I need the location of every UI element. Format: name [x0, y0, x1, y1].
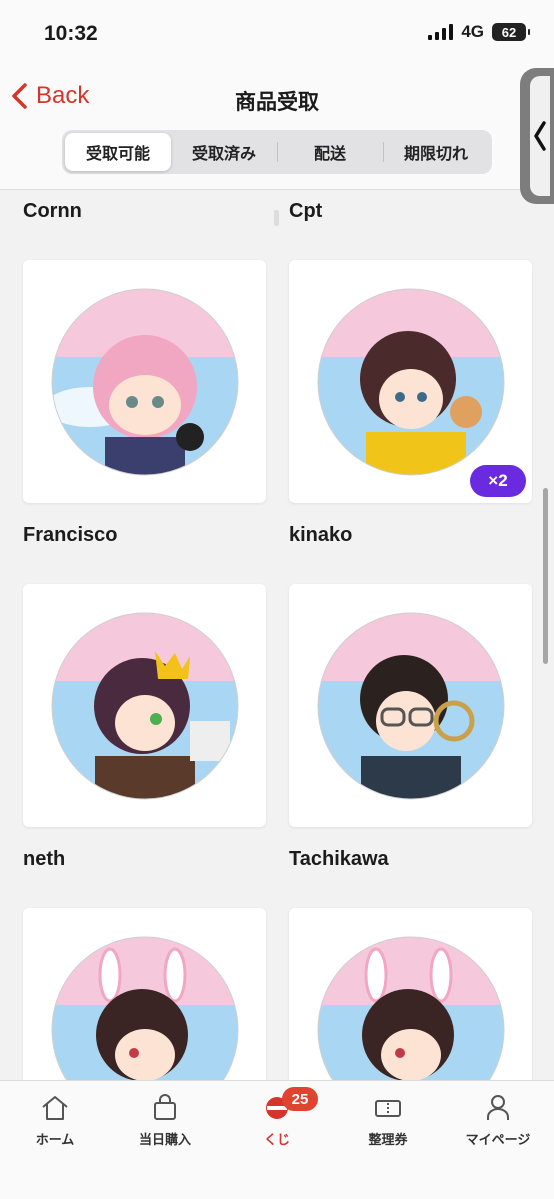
tab-ticket[interactable]: 整理券: [333, 1093, 443, 1148]
status-bar: 10:32 4G 62: [0, 0, 554, 68]
tab-received[interactable]: 受取済み: [171, 133, 277, 171]
item-card[interactable]: ×2: [289, 260, 532, 503]
can-badge-image: [50, 287, 240, 477]
quantity-badge: ×2: [470, 465, 526, 497]
chevron-left-icon: [534, 121, 546, 151]
notification-badge: 25: [282, 1087, 318, 1111]
filter-tabs-container: 受取可能 受取済み 配送 期限切れ: [0, 130, 554, 190]
item-card[interactable]: [23, 260, 266, 503]
page-title: 商品受取: [235, 91, 319, 114]
side-drawer-handle[interactable]: [520, 68, 554, 204]
can-badge-image: [50, 611, 240, 801]
item-label: neth: [23, 848, 66, 870]
scrollbar[interactable]: [543, 488, 548, 664]
drag-indicator: [274, 210, 279, 226]
tab-home[interactable]: ホーム: [0, 1093, 110, 1148]
ticket-icon: [375, 1100, 401, 1117]
signal-icon: [428, 24, 454, 40]
item-card[interactable]: [289, 584, 532, 827]
tab-my-page[interactable]: マイページ: [443, 1093, 553, 1148]
item-label: Tachikawa: [289, 848, 389, 870]
home-icon: [42, 1096, 68, 1120]
tab-label: くじ: [263, 1132, 290, 1147]
network-type: 4G: [461, 22, 484, 41]
navigation-bar: Back 商品受取: [0, 68, 554, 130]
battery-icon: 62: [492, 23, 530, 41]
can-badge-image: [316, 287, 506, 477]
shopping-bag-icon: [154, 1094, 176, 1120]
item-card[interactable]: [23, 584, 266, 827]
tab-label: ホーム: [35, 1132, 75, 1147]
can-badge-image: [316, 611, 506, 801]
item-label: Francisco: [23, 524, 118, 546]
item-label: kinako: [289, 524, 353, 546]
tab-same-day-purchase[interactable]: 当日購入: [110, 1093, 220, 1148]
tab-shipping[interactable]: 配送: [277, 133, 383, 171]
person-icon: [487, 1095, 509, 1120]
tab-receivable[interactable]: 受取可能: [65, 133, 171, 171]
item-label: Cpt: [289, 200, 323, 222]
tab-label: マイページ: [465, 1132, 531, 1147]
status-time: 10:32: [44, 22, 98, 45]
item-label: Cornn: [23, 200, 82, 222]
tab-label: 当日購入: [138, 1132, 191, 1147]
segmented-control: 受取可能 受取済み 配送 期限切れ: [62, 130, 492, 174]
status-indicators: 4G 62: [428, 22, 530, 42]
tab-lottery[interactable]: 25 くじ: [222, 1087, 332, 1148]
tab-expired[interactable]: 期限切れ: [383, 133, 489, 171]
bottom-tab-bar: ホーム 当日購入 25 くじ 整理券 マイページ: [0, 1080, 554, 1199]
tab-label: 整理券: [368, 1132, 408, 1147]
